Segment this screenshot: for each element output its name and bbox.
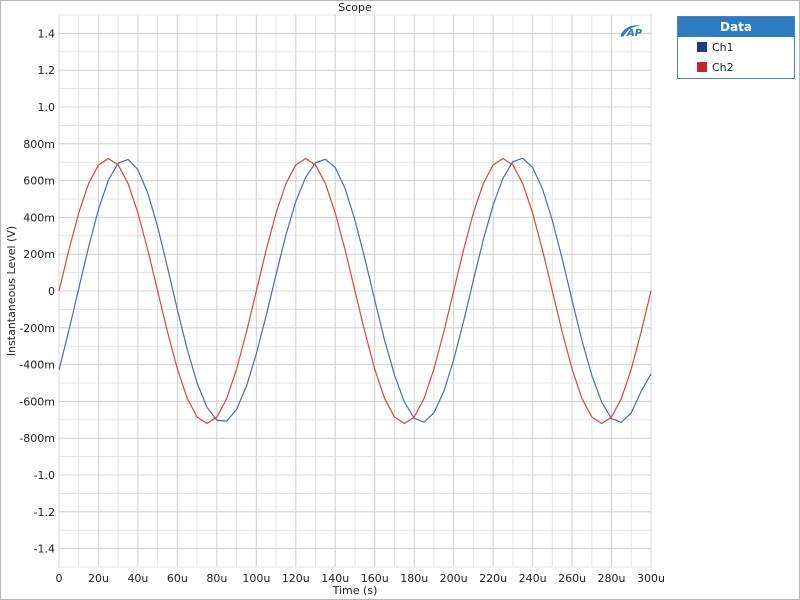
x-tick-label: 100u: [242, 572, 270, 585]
y-axis-ticks: 1.4 1.2 1.0 800m 600m 400m 200m 0 -200m -400m -600…: [19, 27, 55, 555]
svg-text:AP: AP: [626, 28, 643, 39]
x-tick-label: 120u: [282, 572, 310, 585]
chart-title: Scope: [338, 1, 372, 14]
x-tick-label: 80u: [206, 572, 227, 585]
y-tick-label: -600m: [19, 395, 55, 408]
y-axis-label: Instantaneous Level (V): [5, 226, 18, 356]
legend: Data Ch1 Ch2: [677, 16, 795, 79]
ap-logo-icon: AP: [620, 25, 643, 39]
x-tick-label: 20u: [88, 572, 109, 585]
x-tick-label: 180u: [400, 572, 428, 585]
y-tick-label: -1.0: [34, 469, 55, 482]
scope-chart: 1.4 1.2 1.0 800m 600m 400m 200m 0 -200m -400m -600…: [5, 1, 665, 597]
y-tick-label: -200m: [19, 322, 55, 335]
x-tick-label: 60u: [167, 572, 188, 585]
legend-item-ch1[interactable]: Ch1: [678, 37, 794, 57]
x-tick-label: 300u: [637, 572, 665, 585]
y-tick-label: 0: [48, 285, 55, 298]
x-tick-label: 0: [56, 572, 63, 585]
y-tick-label: 600m: [23, 175, 55, 188]
legend-item-ch2[interactable]: Ch2: [678, 57, 794, 77]
x-tick-label: 240u: [519, 572, 547, 585]
y-tick-label: -1.2: [34, 506, 55, 519]
y-tick-label: 400m: [23, 211, 55, 224]
x-tick-label: 280u: [598, 572, 626, 585]
x-tick-label: 40u: [127, 572, 148, 585]
x-tick-label: 260u: [558, 572, 586, 585]
x-tick-label: 200u: [440, 572, 468, 585]
x-tick-label: 220u: [479, 572, 507, 585]
y-tick-label: 1.4: [38, 27, 56, 40]
legend-label-ch1: Ch1: [712, 40, 734, 54]
legend-swatch-ch2: [697, 62, 707, 72]
y-tick-label: 1.2: [38, 64, 56, 77]
legend-title: Data: [678, 17, 794, 37]
y-tick-label: -1.4: [34, 543, 55, 556]
y-tick-label: 800m: [23, 138, 55, 151]
y-tick-label: -400m: [19, 359, 55, 372]
legend-swatch-ch1: [697, 42, 707, 52]
y-tick-label: 200m: [23, 248, 55, 261]
y-tick-label: -800m: [19, 432, 55, 445]
legend-label-ch2: Ch2: [712, 60, 734, 74]
x-axis-label: Time (s): [332, 584, 378, 597]
y-tick-label: 1.0: [38, 101, 56, 114]
